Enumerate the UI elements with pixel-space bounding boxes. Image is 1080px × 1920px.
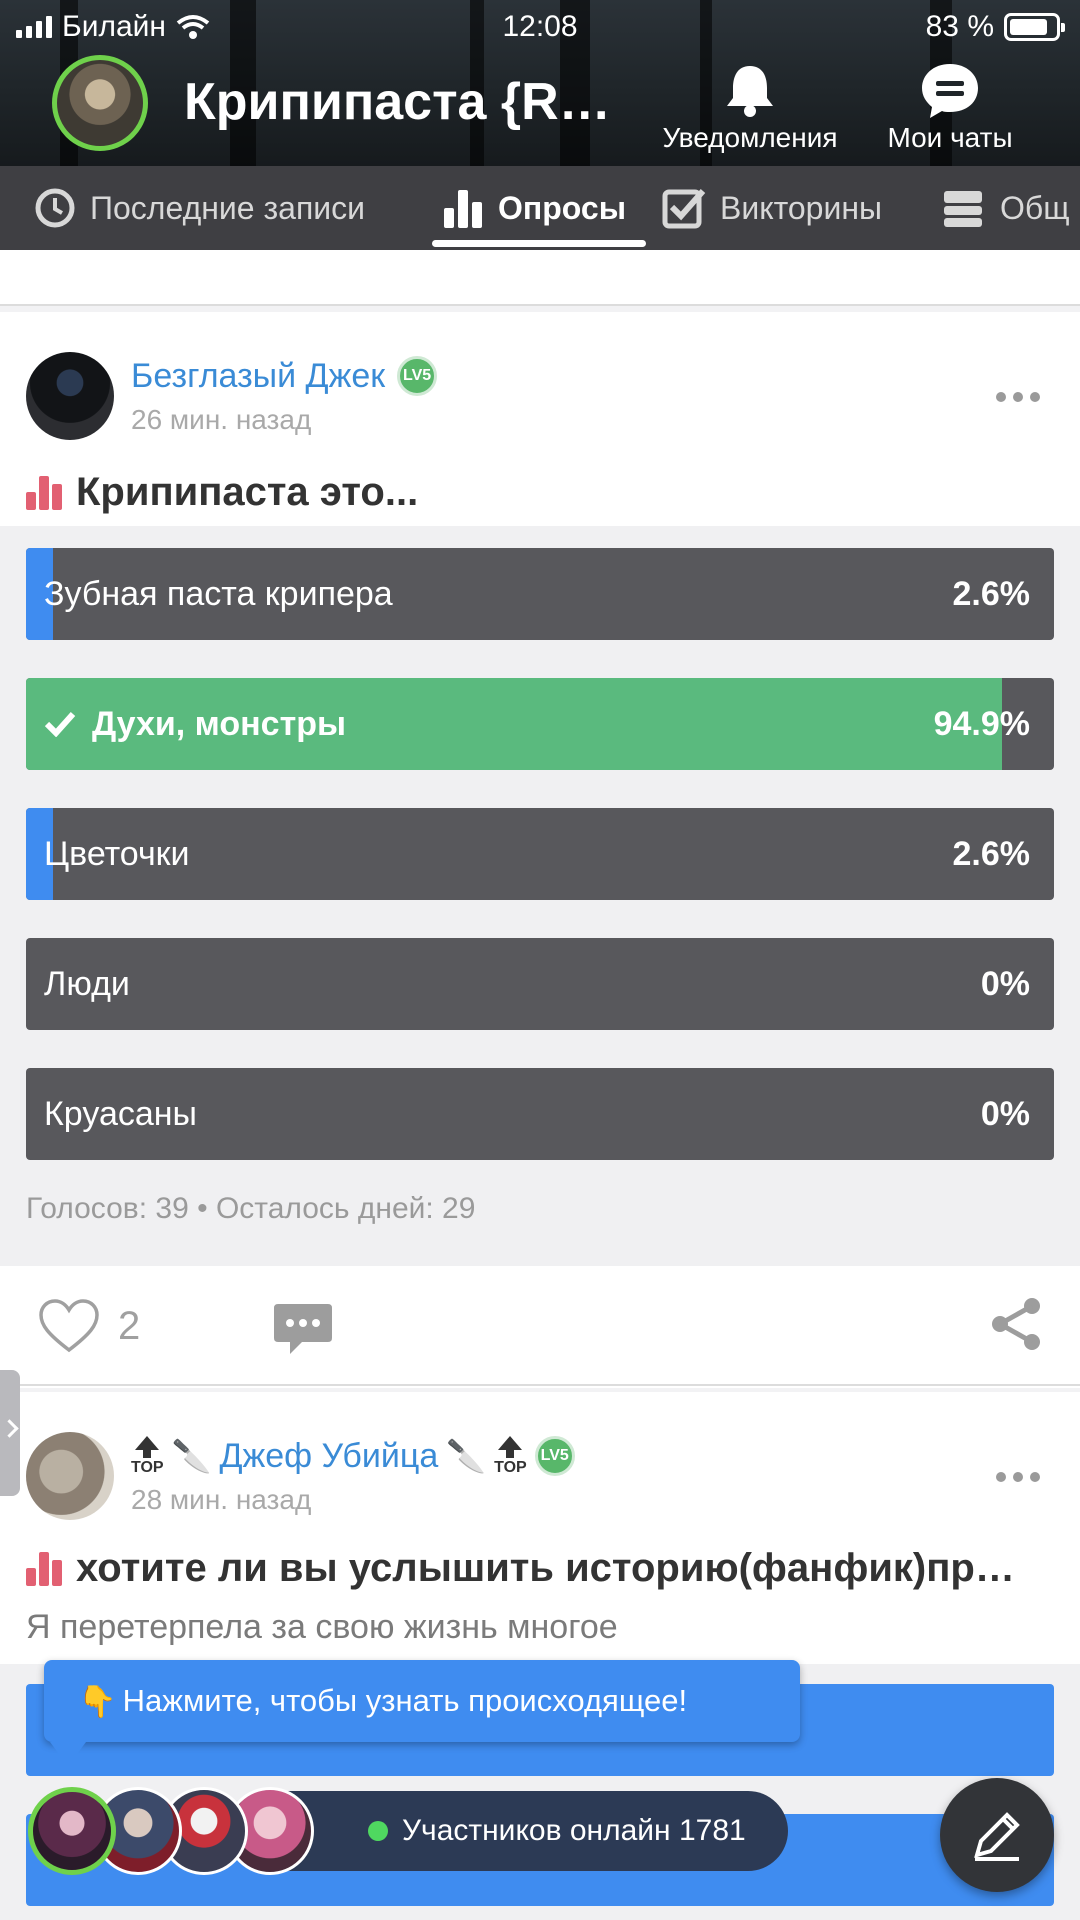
poll-title-text: хотите ли вы услышить историю(фанфик)пр… <box>76 1546 1015 1590</box>
level-badge: LV5 <box>534 1436 575 1476</box>
poll-option-voted[interactable]: Духи, монстры 94.9% <box>26 678 1054 770</box>
hint-tooltip[interactable]: 👇 Нажмите, чтобы узнать происходящее! <box>44 1660 800 1766</box>
knife-icon: 🔪 <box>171 1438 212 1474</box>
my-chats-label: Мои чаты <box>887 122 1013 153</box>
community-title[interactable]: Крипипаста {R… <box>184 72 634 132</box>
poll-option-label: Духи, монстры <box>92 704 347 743</box>
pointing-hand-icon: 👇 <box>78 1683 117 1719</box>
poll-option[interactable]: Цветочки 2.6% <box>26 808 1054 900</box>
poll-options: Зубная паста крипера 2.6% Духи, монстры … <box>0 526 1080 1266</box>
status-bar: Билайн 12:08 83 % <box>0 0 1080 52</box>
author-name[interactable]: Безглазый Джек <box>131 357 385 396</box>
online-members-bar[interactable]: Участников онлайн 1781 <box>28 1787 792 1875</box>
poll-option-percent: 0% <box>980 1094 1030 1133</box>
tab-general[interactable]: Общ <box>940 166 1070 250</box>
avatar[interactable] <box>26 352 114 440</box>
hint-text: Нажмите, чтобы узнать происходящее! <box>122 1683 688 1718</box>
poll-option-percent: 0% <box>980 964 1030 1003</box>
chat-bubble-icon <box>922 64 978 118</box>
top-badge: TOP <box>131 1436 164 1476</box>
post-time: 26 мин. назад <box>131 404 312 435</box>
avatar[interactable] <box>26 1432 114 1520</box>
previous-post-footer <box>0 250 1080 306</box>
share-button[interactable] <box>990 1296 1042 1357</box>
checkmark-icon <box>44 711 76 737</box>
author-line: TOP 🔪 Джеф Убийца 🔪 TOP LV5 <box>131 1436 575 1476</box>
like-count: 2 <box>118 1303 141 1348</box>
compose-button[interactable] <box>940 1778 1054 1892</box>
poll-option-percent: 2.6% <box>952 834 1031 873</box>
bar-chart-icon <box>444 190 482 228</box>
community-header: Билайн 12:08 83 % Крипипаста {R… Уведомл… <box>0 0 1080 166</box>
poll-icon <box>26 1551 62 1586</box>
community-avatar[interactable] <box>52 55 148 151</box>
more-options-icon[interactable] <box>996 392 1040 402</box>
tab-label: Опросы <box>498 189 627 226</box>
tab-polls[interactable]: Опросы <box>442 166 626 250</box>
active-tab-indicator <box>432 240 646 247</box>
poll-title[interactable]: Крипипаста это... <box>26 470 418 515</box>
poll-option[interactable]: Зубная паста крипера 2.6% <box>26 548 1054 640</box>
heart-icon <box>39 1299 99 1353</box>
post-time: 28 мин. назад <box>131 1484 312 1515</box>
poll-option-label: Люди <box>44 964 130 1003</box>
tab-label: Общ <box>1000 189 1070 226</box>
online-members-text: Участников онлайн 1781 <box>402 1814 746 1847</box>
poll-post[interactable]: Безглазый Джек LV5 26 мин. назад Крипипа… <box>0 312 1080 1388</box>
avatar[interactable] <box>28 1787 116 1875</box>
bell-icon <box>727 66 773 117</box>
stack-icon <box>944 191 982 227</box>
level-badge: LV5 <box>397 356 438 396</box>
side-drawer-handle[interactable] <box>0 1370 20 1496</box>
poll-option-label: Круасаны <box>44 1094 197 1133</box>
more-options-icon[interactable] <box>996 1472 1040 1482</box>
checkbox-icon <box>662 189 706 229</box>
tab-bar: Последние записи Опросы Викторины Общ <box>0 166 1080 250</box>
post-actions: 2 <box>0 1266 1080 1386</box>
tab-label: Викторины <box>720 189 883 226</box>
poll-option-label: Цветочки <box>44 834 190 873</box>
poll-option-percent: 2.6% <box>952 574 1031 613</box>
post-preview-text: Я перетерпела за свою жизнь многое <box>26 1608 618 1646</box>
tab-label: Последние записи <box>90 189 366 226</box>
poll-meta: Голосов: 39 • Осталось дней: 29 <box>26 1192 476 1225</box>
poll-option-percent: 94.9% <box>933 704 1030 743</box>
clock: 12:08 <box>502 10 578 43</box>
poll-option-label: Зубная паста крипера <box>44 574 393 613</box>
my-chats-button[interactable]: Мои чаты <box>880 58 1020 154</box>
tab-quizzes[interactable]: Викторины <box>662 166 882 250</box>
author-name[interactable]: Джеф Убийца <box>219 1437 438 1476</box>
poll-title-text: Крипипаста это... <box>76 470 419 514</box>
battery-icon <box>1004 13 1065 41</box>
clock-icon <box>35 188 75 228</box>
share-icon <box>992 1298 1040 1350</box>
poll-option[interactable]: Люди 0% <box>26 938 1054 1030</box>
battery-percent: 83 % <box>925 10 994 43</box>
author-line: Безглазый Джек LV5 <box>131 356 438 396</box>
poll-title[interactable]: хотите ли вы услышить историю(фанфик)пр… <box>26 1546 1015 1591</box>
online-status-dot <box>368 1821 388 1841</box>
poll-option[interactable]: Круасаны 0% <box>26 1068 1054 1160</box>
like-button[interactable]: 2 <box>38 1298 140 1354</box>
notifications-button[interactable]: Уведомления <box>655 58 845 154</box>
notifications-label: Уведомления <box>662 122 838 153</box>
top-badge: TOP <box>494 1436 527 1476</box>
comment-icon <box>274 1304 332 1354</box>
tab-latest-posts[interactable]: Последние записи <box>34 166 365 250</box>
poll-icon <box>26 475 62 510</box>
pencil-icon <box>974 1812 1020 1861</box>
comment-button[interactable] <box>272 1302 334 1361</box>
knife-icon: 🔪 <box>446 1438 487 1474</box>
